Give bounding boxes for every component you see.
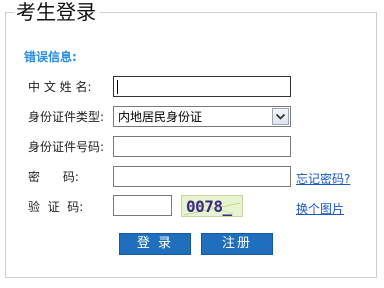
- dropdown-arrow-icon[interactable]: [272, 108, 289, 125]
- captcha-label: 验 证 码:: [28, 200, 84, 214]
- login-button[interactable]: 登 录: [119, 233, 191, 255]
- id-number-input[interactable]: [113, 136, 291, 157]
- password-input[interactable]: [113, 166, 291, 187]
- id-type-selected-value: 内地居民身份证: [118, 110, 203, 124]
- captcha-image[interactable]: 0078_: [181, 195, 243, 217]
- captcha-image-text: 0078_: [186, 197, 232, 216]
- id-type-select[interactable]: 内地居民身份证: [113, 106, 291, 127]
- id-number-label: 身份证件号码:: [28, 140, 105, 154]
- password-label: 密 码:: [28, 170, 79, 184]
- error-message-label: 错误信息:: [24, 50, 77, 64]
- id-type-label: 身份证件类型:: [28, 110, 105, 124]
- forgot-password-link[interactable]: 忘记密码?: [296, 170, 350, 187]
- register-button[interactable]: 注册: [201, 233, 273, 255]
- captcha-input[interactable]: [113, 195, 172, 216]
- name-input[interactable]: [113, 76, 291, 97]
- text-caret: [117, 80, 118, 94]
- name-label: 中 文 姓 名:: [28, 80, 92, 94]
- change-captcha-link[interactable]: 换个图片: [296, 200, 344, 217]
- panel-title: 考生登录: [14, 0, 100, 24]
